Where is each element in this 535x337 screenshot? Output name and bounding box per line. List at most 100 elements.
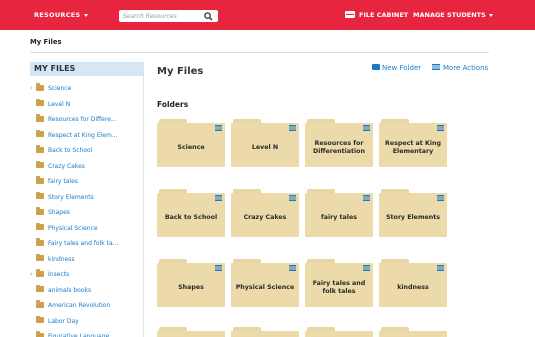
folder-tile[interactable]: Science	[157, 119, 225, 167]
folder-icon	[36, 160, 44, 168]
sidebar-item[interactable]: Physical Science	[30, 221, 143, 237]
folder-tile[interactable]: Crazy Cakes	[231, 189, 299, 237]
folder-tile[interactable]	[379, 327, 447, 337]
sidebar-item[interactable]: Respect at King Elem...	[30, 128, 143, 144]
folder-icon	[372, 64, 380, 70]
chevron-right-icon[interactable]: ›	[30, 81, 33, 97]
folder-menu-icon[interactable]	[363, 195, 370, 201]
folder-icon	[36, 315, 44, 323]
sidebar-item-label: animals books	[48, 286, 92, 294]
file-cabinet-label: FILE CABINET	[359, 11, 409, 19]
top-nav-bar: RESOURCES FILE CABINET MANAGE STUDENTS	[0, 0, 535, 30]
folder-tile[interactable]: fairy tales	[305, 189, 373, 237]
folder-label: Resources for Differentiation	[312, 140, 365, 155]
folder-icon	[36, 207, 44, 215]
folder-icon	[36, 98, 44, 106]
folder-menu-icon[interactable]	[215, 195, 222, 201]
sidebar-item-label: kindness	[48, 255, 75, 263]
sidebar-item-label: Shapes	[48, 209, 70, 216]
folder-icon	[36, 176, 44, 184]
sidebar-item[interactable]: › Insects	[30, 267, 143, 283]
sidebar-item-label: Figurative Language	[48, 333, 110, 337]
sidebar-item-label: Level N	[48, 100, 71, 108]
sidebar-item-label: Resources for Differe...	[48, 116, 117, 123]
folder-menu-icon[interactable]	[363, 125, 370, 131]
folder-tile[interactable]: Respect at King Elementary	[379, 119, 447, 167]
sidebar-item[interactable]: American Revolution	[30, 298, 143, 314]
folder-menu-icon[interactable]	[437, 265, 444, 271]
folder-label: Science	[177, 144, 205, 152]
folder-menu-icon[interactable]	[215, 125, 222, 131]
folder-icon	[36, 145, 44, 153]
folder-tile[interactable]	[157, 327, 225, 337]
folder-label: Shapes	[178, 284, 204, 292]
sidebar-item-label: Labor Day	[48, 317, 79, 325]
folder-menu-icon[interactable]	[215, 265, 222, 271]
sidebar-item[interactable]: Back to School	[30, 143, 143, 159]
folder-tile[interactable]	[231, 327, 299, 337]
sidebar-item[interactable]: Story Elements	[30, 190, 143, 206]
sidebar-item[interactable]: Resources for Differe...	[30, 112, 143, 128]
sidebar-folder-list: › Science Level N Resources for Differe... R…	[30, 81, 143, 337]
sidebar-item[interactable]: kindness	[30, 252, 143, 268]
folder-icon	[36, 284, 44, 292]
search-input[interactable]	[123, 10, 199, 22]
sidebar: MY FILES › Science Level N Resources for Di…	[30, 62, 144, 337]
new-folder-button[interactable]: New Folder	[372, 64, 421, 72]
folder-tile[interactable]: kindness	[379, 259, 447, 307]
folder-tile[interactable]	[305, 327, 373, 337]
resources-menu-label: RESOURCES	[34, 11, 81, 19]
folder-menu-icon[interactable]	[437, 195, 444, 201]
sidebar-item-label: Back to School	[48, 147, 93, 154]
folder-label: Physical Science	[235, 284, 295, 292]
sidebar-title: MY FILES	[30, 62, 143, 76]
resources-menu[interactable]: RESOURCES	[34, 0, 88, 30]
folder-body	[231, 331, 299, 337]
sidebar-item[interactable]: Crazy Cakes	[30, 159, 143, 175]
folder-menu-icon[interactable]	[363, 265, 370, 271]
file-cabinet-link[interactable]: FILE CABINET	[345, 0, 408, 30]
sidebar-item[interactable]: Fairy tales and folk ta...	[30, 236, 143, 252]
folder-icon	[36, 129, 44, 137]
manage-students-label: MANAGE STUDENTS	[413, 11, 486, 19]
chevron-right-icon[interactable]: ›	[30, 267, 33, 283]
folder-label: Story Elements	[385, 214, 441, 222]
folder-icon	[36, 269, 44, 277]
folder-label: Crazy Cakes	[243, 214, 287, 222]
folder-tile[interactable]: Fairy tales and folk tales	[305, 259, 373, 307]
folder-tile[interactable]: Shapes	[157, 259, 225, 307]
folder-menu-icon[interactable]	[289, 265, 296, 271]
folder-menu-icon[interactable]	[289, 125, 296, 131]
sidebar-item-label: Science	[48, 85, 72, 92]
divider	[30, 52, 489, 53]
folder-tile[interactable]: Level N	[231, 119, 299, 167]
file-cabinet-icon	[345, 10, 355, 18]
more-actions-button[interactable]: More Actions	[432, 64, 488, 72]
folder-tile[interactable]: Back to School	[157, 189, 225, 237]
search-icon[interactable]	[204, 12, 213, 21]
sidebar-item-label: Fairy tales and folk ta...	[48, 240, 119, 247]
sidebar-item[interactable]: fairy tales	[30, 174, 143, 190]
sidebar-item[interactable]: animals books	[30, 283, 143, 299]
manage-students-menu[interactable]: MANAGE STUDENTS	[413, 0, 493, 30]
folder-icon	[36, 191, 44, 199]
folders-heading: Folders	[157, 100, 189, 109]
sidebar-item-label: fairy tales	[48, 178, 78, 185]
sidebar-item[interactable]: Figurative Language	[30, 329, 143, 337]
sidebar-item[interactable]: Level N	[30, 97, 143, 113]
folder-label: kindness	[397, 284, 429, 292]
folder-icon	[36, 238, 44, 246]
folder-tile[interactable]: Resources for Differentiation	[305, 119, 373, 167]
folder-icon	[36, 300, 44, 308]
folder-icon	[36, 114, 44, 122]
folder-tile[interactable]: Story Elements	[379, 189, 447, 237]
sidebar-item[interactable]: Shapes	[30, 205, 143, 221]
folder-tile[interactable]: Physical Science	[231, 259, 299, 307]
folder-menu-icon[interactable]	[437, 125, 444, 131]
sidebar-item-label: Story Elements	[48, 193, 94, 201]
sidebar-item[interactable]: › Science	[30, 81, 143, 97]
folder-menu-icon[interactable]	[289, 195, 296, 201]
sidebar-item[interactable]: Labor Day	[30, 314, 143, 330]
folder-icon	[36, 83, 44, 91]
breadcrumb: My Files	[30, 38, 62, 46]
